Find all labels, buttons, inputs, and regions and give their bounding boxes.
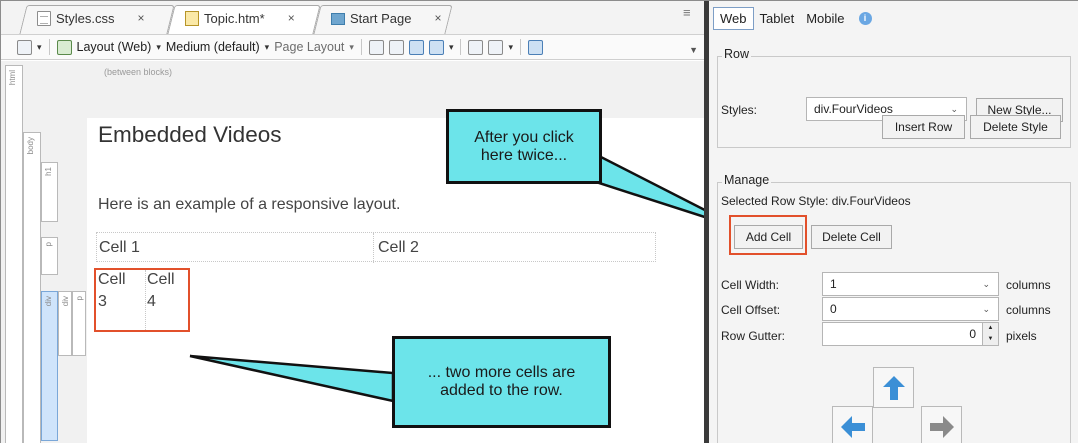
tab-mobile[interactable]: Mobile xyxy=(800,8,850,29)
show-tags-icon[interactable] xyxy=(428,39,444,55)
row-gutter-label: Row Gutter: xyxy=(721,329,786,343)
arrow-right-icon xyxy=(929,415,954,438)
struct-div[interactable]: div xyxy=(58,291,72,356)
delete-cell-button[interactable]: Delete Cell xyxy=(811,225,892,249)
document-tab-strip: Styles.css × Topic.htm* × Start Page × ≡ xyxy=(1,1,704,34)
move-left-button[interactable] xyxy=(832,406,873,443)
row-group-title: Row xyxy=(722,47,752,61)
text-format-icon[interactable] xyxy=(488,39,504,55)
between-blocks-hint: (between blocks) xyxy=(104,67,173,77)
struct-p[interactable]: p xyxy=(72,291,86,356)
callout-click-twice: After you click here twice... xyxy=(446,109,602,184)
start-page-icon xyxy=(331,12,345,25)
selected-row-style: Selected Row Style: div.FourVideos xyxy=(721,194,911,208)
chevron-down-icon: ⌄ xyxy=(982,279,990,289)
spin-up-icon[interactable]: ▲ xyxy=(983,323,998,334)
cell-offset-label: Cell Offset: xyxy=(721,303,781,317)
chevron-down-icon: ⌄ xyxy=(982,304,990,314)
responsive-row[interactable]: Cell 1 Cell 2 xyxy=(96,232,656,263)
cell-1[interactable]: Cell 1 xyxy=(99,239,140,257)
cell-4-line2[interactable]: 4 xyxy=(147,291,156,313)
toolbar-overflow-icon[interactable]: ▼ xyxy=(689,45,698,55)
struct-div-selected[interactable]: div xyxy=(41,291,58,441)
css-file-icon xyxy=(37,11,51,26)
close-icon[interactable]: × xyxy=(138,5,145,32)
row-gutter-spinner[interactable]: 0 ▲ ▼ xyxy=(822,322,999,346)
move-up-button[interactable] xyxy=(873,367,914,408)
spin-down-icon[interactable]: ▼ xyxy=(983,334,998,345)
medium-tabs: Web Tablet Mobile i xyxy=(709,1,1078,35)
screenshot-root: Styles.css × Topic.htm* × Start Page × ≡… xyxy=(0,0,1078,443)
cell-width-select[interactable]: 1 ⌄ xyxy=(822,272,999,296)
info-icon[interactable]: i xyxy=(858,11,872,25)
cell-2[interactable]: Cell 2 xyxy=(378,239,419,257)
show-blocks-icon[interactable] xyxy=(408,39,424,55)
callout-cells-added: ... two more cells are added to the row. xyxy=(392,336,611,428)
arrow-up-icon xyxy=(882,375,905,400)
struct-p[interactable]: p xyxy=(41,237,58,275)
tab-list-icon[interactable]: ≡ xyxy=(683,5,691,20)
cell-offset-select[interactable]: 0 ⌄ xyxy=(822,297,999,321)
properties-icon[interactable] xyxy=(528,39,543,55)
track-changes-icon[interactable] xyxy=(368,39,384,55)
styles-label: Styles: xyxy=(721,103,758,117)
delete-style-button[interactable]: Delete Style xyxy=(970,115,1061,139)
tab-label: Topic.htm* xyxy=(204,11,265,26)
medium-dropdown[interactable]: Medium (default) xyxy=(166,40,260,54)
spinner-buttons[interactable]: ▲ ▼ xyxy=(982,323,998,345)
tab-styles-css[interactable]: Styles.css × xyxy=(19,5,175,34)
copy-format-icon[interactable] xyxy=(388,39,404,55)
variable-icon[interactable] xyxy=(468,39,484,55)
tab-web[interactable]: Web xyxy=(713,6,754,30)
layout-web-dropdown[interactable]: Layout (Web) xyxy=(77,40,152,54)
move-right-button[interactable] xyxy=(921,406,962,443)
htm-file-icon xyxy=(185,11,199,26)
page-paragraph[interactable]: Here is an example of a responsive layou… xyxy=(98,196,400,214)
cell-4-line1[interactable]: Cell xyxy=(147,269,175,291)
chevron-down-icon[interactable]: ▾ xyxy=(508,42,513,53)
chevron-down-icon[interactable]: ▾ xyxy=(449,42,454,53)
mediums-icon[interactable] xyxy=(56,39,72,55)
chevron-down-icon[interactable]: ▾ xyxy=(156,42,161,53)
chevron-down-icon[interactable]: ▾ xyxy=(349,42,354,53)
page-layout-dropdown[interactable]: Page Layout xyxy=(274,40,344,54)
cell-3-line1[interactable]: Cell xyxy=(98,269,126,291)
struct-h1[interactable]: h1 xyxy=(41,162,58,222)
arrow-left-icon xyxy=(840,415,865,438)
tab-label: Styles.css xyxy=(56,11,115,26)
row-gutter-unit: pixels xyxy=(1006,329,1037,343)
tab-topic-htm[interactable]: Topic.htm* × xyxy=(167,5,321,34)
struct-html[interactable]: html xyxy=(5,65,23,443)
tab-tablet[interactable]: Tablet xyxy=(754,8,801,29)
cell-3-line2[interactable]: 3 xyxy=(98,291,107,313)
tab-label: Start Page xyxy=(350,11,412,26)
manage-group-title: Manage xyxy=(722,173,772,187)
add-cell-button[interactable]: Add Cell xyxy=(734,225,803,249)
struct-body[interactable]: body xyxy=(23,132,41,443)
chevron-down-icon[interactable]: ▾ xyxy=(265,42,270,53)
cell-width-unit: columns xyxy=(1006,278,1051,292)
close-icon[interactable]: × xyxy=(288,5,295,32)
editor-toolbar: ▾ Layout (Web) ▾ Medium (default) ▾ Page… xyxy=(1,34,704,60)
insert-row-button[interactable]: Insert Row xyxy=(882,115,965,139)
tab-start-page[interactable]: Start Page × xyxy=(313,5,453,34)
cell-width-label: Cell Width: xyxy=(721,278,780,292)
cell-offset-unit: columns xyxy=(1006,303,1051,317)
view-icon[interactable] xyxy=(17,39,32,55)
new-cells-highlight: Cell 3 Cell 4 xyxy=(94,268,190,332)
chevron-down-icon[interactable]: ▾ xyxy=(37,42,42,53)
close-icon[interactable]: × xyxy=(434,5,441,32)
page-heading[interactable]: Embedded Videos xyxy=(98,122,281,148)
